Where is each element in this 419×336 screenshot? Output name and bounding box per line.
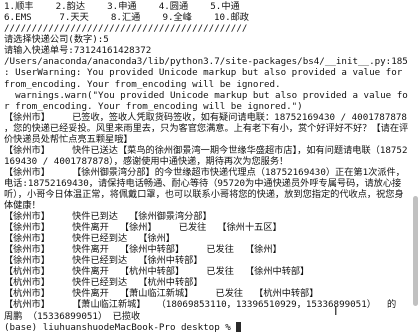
- terminal-line: /Users/anaconda/anaconda3/lib/python3.7/…: [4, 56, 408, 68]
- terminal-line: 169430 / 4001787878），感谢使用中通快递，期待再次为您服务！: [4, 155, 289, 167]
- terminal-line: 电话:18752169430，请保持电话畅通、耐心等待（95720为中通快递员外…: [4, 177, 402, 189]
- terminal-line: 【杭州市】 快件离开 【杭州中转部】 已发往 【徐州中转部】: [4, 266, 310, 278]
- terminal-line: 【杭州市】 快件离开 【萧山临江新城】 已发往 【杭州中转部】: [4, 288, 319, 300]
- terminal-line: 【徐州市】 快件已到达 【徐州御景湾分部】: [4, 211, 212, 223]
- block-cursor: [236, 322, 242, 333]
- terminal-line: 价快递员处帮忙点亮五颗星哦】: [4, 133, 133, 145]
- terminal-line: 【杭州市】 【萧山临江新城】 （18069853110，13396510929，…: [4, 299, 402, 311]
- prompt-text: (base) liuhuanshuodeMacBook-Pro desktop …: [4, 321, 237, 333]
- terminal-line: from_encoding. Your from_encoding will b…: [4, 78, 281, 90]
- terminal-line: r from_encoding. Your from_encoding will…: [4, 100, 303, 112]
- scrollbar[interactable]: [413, 196, 418, 306]
- terminal-line: 【徐州市】 快件离开 【徐州中转部】 已发往 【徐州】: [4, 244, 282, 256]
- terminal-line: 听），小哥今日体温正常，将佩戴口罩，也可以联系小哥将您的快递，放到您指定的代收点…: [4, 188, 404, 200]
- terminal-line: 【徐州市】 快件已经到达 【徐州】: [4, 233, 175, 245]
- prompt-line[interactable]: (base) liuhuanshuodeMacBook-Pro desktop …: [4, 322, 410, 333]
- terminal-line: ////////////////////////////////////////…: [4, 23, 248, 35]
- terminal-line: 【徐州市】 快件离开 【徐州】 已发往 【徐州十五区】: [4, 222, 282, 234]
- terminal-line: ，您的快递已经妥投。风里来雨里去，只为客官您满意。上有老下有小，赏个好评好不好？…: [4, 122, 409, 134]
- terminal-line: : UserWarning: You provided Unicode mark…: [4, 67, 408, 79]
- terminal-line: 【徐州市】 已签收，签收人凭取货码签收，如有疑问请电联：18752169430 …: [4, 111, 407, 123]
- terminal-line: 【杭州市】 快件已经到达 【杭州中转部】: [4, 277, 203, 289]
- terminal-line: 1.顺丰 2.韵达 3.申通 4.圆通 5.中通: [4, 1, 240, 13]
- terminal-line: 6.EMS 7.天天 8.汇通 9.全峰 10.邮政: [4, 12, 249, 24]
- terminal-line: 【徐州市】 快件已送达【菜鸟的徐州御景湾一期今世缘华盛超市店】，如有问题请电联（…: [4, 144, 408, 156]
- terminal-line: 请选择快递公司(数字):5: [4, 34, 109, 46]
- terminal-line: warnings.warn("You provided Unicode mark…: [4, 89, 408, 101]
- terminal-line: 【徐州市】 快件已经到达 【徐州中转部】: [4, 255, 203, 267]
- text-cursor-icon: I: [334, 304, 338, 318]
- terminal-output[interactable]: Last login: Mon Mar 9 13:35:12 on ttys00…: [4, 1, 410, 333]
- terminal-line: 体健康！: [4, 200, 41, 212]
- terminal-line: 【徐州市】 【徐州御景湾分部】的今世缘超市快递代理点（18752169430）正…: [4, 166, 405, 178]
- terminal-line: 请输入快递单号:73124161428372: [4, 45, 152, 57]
- terminal-line: 周鹏 （15336899051） 已揽收: [4, 310, 141, 322]
